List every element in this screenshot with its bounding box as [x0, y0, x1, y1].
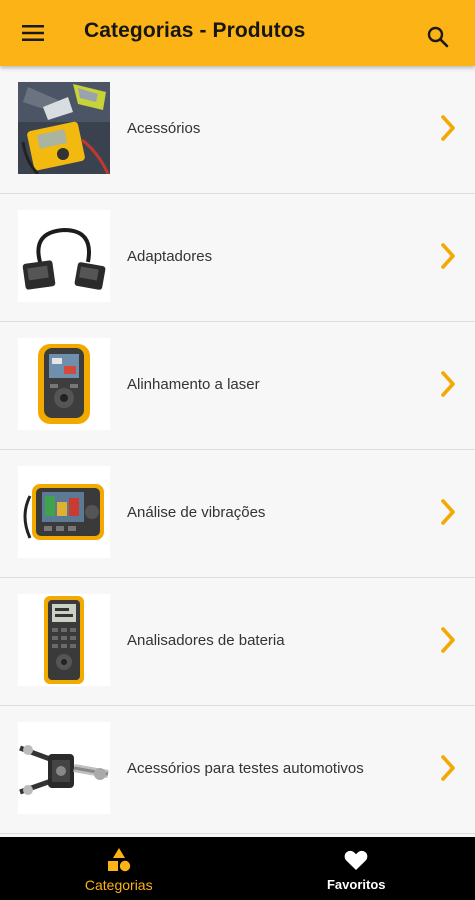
list-item-analisadores-de-bateria[interactable]: Analisadores de bateria — [0, 578, 475, 706]
nav-label-favoritos: Favoritos — [326, 877, 386, 892]
category-label: Alinhamento a laser — [127, 376, 260, 393]
app-bar: Categorias - Produtos — [0, 0, 475, 66]
category-label: Acessórios — [127, 120, 201, 137]
multimeter-accessories-image — [18, 82, 110, 174]
list-item-alinhamento-a-laser[interactable]: Alinhamento a laser — [0, 322, 475, 450]
nav-tab-favoritos[interactable]: Favoritos — [238, 837, 475, 900]
chevron-right-icon — [441, 243, 455, 269]
serial-cable-adapter-image — [18, 210, 110, 302]
nav-label-categorias: Categorias — [84, 877, 153, 893]
bottom-navigation: Categorias Favoritos — [0, 837, 475, 900]
category-list: Acessórios Adaptadores Alinhamento a las… — [0, 66, 475, 837]
category-label: Análise de vibrações — [127, 504, 266, 521]
search-button[interactable] — [423, 22, 453, 52]
chevron-right-icon — [441, 371, 455, 397]
app-screen: Categorias - Produtos Acessórios Adaptad… — [0, 0, 475, 900]
vibration-analyzer-image — [18, 466, 110, 558]
category-label: Analisadores de bateria — [127, 632, 285, 649]
list-item-acessorios-para-testes-automotivos[interactable]: Acessórios para testes automotivos — [0, 706, 475, 834]
chevron-right-icon — [441, 499, 455, 525]
nav-tab-categorias[interactable]: Categorias — [0, 837, 238, 900]
category-label: Acessórios para testes automotivos — [127, 760, 364, 777]
chevron-right-icon — [441, 755, 455, 781]
laser-alignment-device-image — [18, 338, 110, 430]
search-icon — [427, 26, 449, 48]
list-item-adaptadores[interactable]: Adaptadores — [0, 194, 475, 322]
shapes-icon — [107, 848, 130, 872]
menu-button[interactable] — [18, 20, 48, 46]
page-title: Categorias - Produtos — [84, 19, 306, 42]
battery-analyzer-image — [18, 594, 110, 686]
list-item-acessorios[interactable]: Acessórios — [0, 66, 475, 194]
automotive-test-leads-image — [18, 722, 110, 814]
chevron-right-icon — [441, 115, 455, 141]
category-label: Adaptadores — [127, 248, 213, 265]
hamburger-menu-icon — [22, 25, 44, 41]
heart-icon — [344, 850, 368, 870]
list-item-analise-de-vibracoes[interactable]: Análise de vibrações — [0, 450, 475, 578]
chevron-right-icon — [441, 627, 455, 653]
